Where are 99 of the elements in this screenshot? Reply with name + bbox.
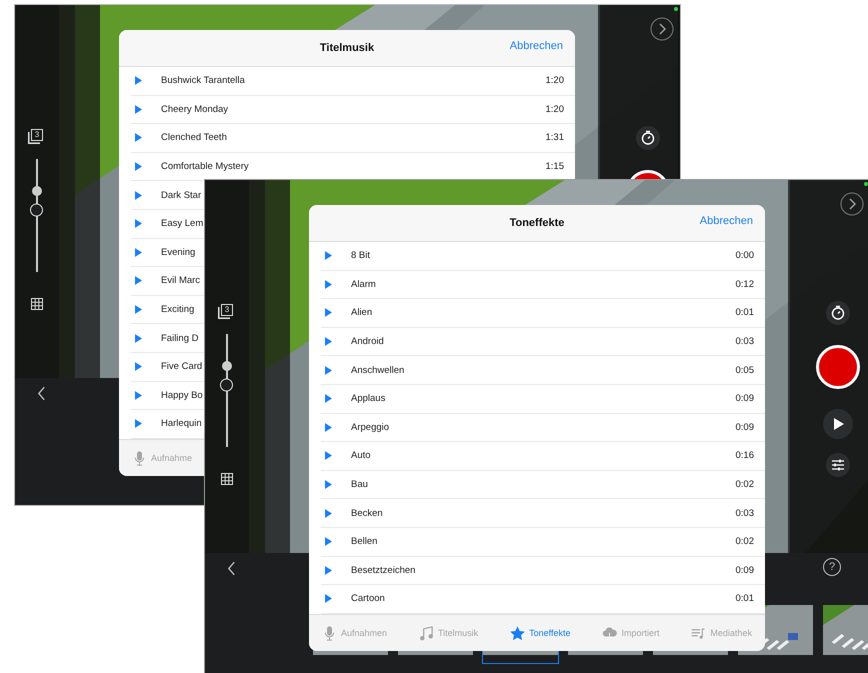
track-name[interactable]: Clenched Teeth <box>161 132 227 144</box>
next-button[interactable] <box>840 192 864 216</box>
slider-marker <box>32 186 42 196</box>
play-icon[interactable] <box>325 251 332 260</box>
cancel-button[interactable]: Abbrechen <box>700 215 753 227</box>
timer-icon[interactable] <box>826 301 850 325</box>
star-icon <box>510 626 526 641</box>
play-icon[interactable] <box>325 366 332 375</box>
track-name[interactable]: Easy Lem <box>161 218 204 230</box>
play-icon[interactable] <box>135 334 142 343</box>
play-button[interactable] <box>823 409 853 439</box>
play-icon[interactable] <box>135 190 142 200</box>
track-duration: 0:02 <box>736 536 754 548</box>
track-name[interactable]: Evil Marc <box>161 275 200 286</box>
track-duration: 1:31 <box>546 132 564 144</box>
track-name[interactable]: Auto <box>351 450 371 462</box>
play-icon[interactable] <box>135 390 142 400</box>
clip-count-icon[interactable]: 3 <box>221 304 233 316</box>
track-name[interactable]: Dark Star <box>161 190 202 201</box>
track-name[interactable]: Cheery Monday <box>161 104 228 115</box>
play-icon[interactable] <box>135 162 142 172</box>
track-name[interactable]: Alarm <box>351 278 376 290</box>
track-name[interactable]: 8 Bit <box>351 250 370 262</box>
back-icon[interactable] <box>37 386 46 401</box>
track-duration: 1:20 <box>546 104 564 115</box>
clip-count-icon[interactable]: 3 <box>31 129 43 141</box>
track-duration: 0:05 <box>736 364 754 376</box>
microphone-icon <box>132 450 147 466</box>
play-icon[interactable] <box>325 594 332 604</box>
track-name[interactable]: Arpeggio <box>351 422 390 433</box>
track-name[interactable]: Comfortable Mystery <box>161 161 249 172</box>
track-name[interactable]: Applaus <box>351 393 386 404</box>
track-name[interactable]: Evening <box>161 246 196 258</box>
track-duration: 0:01 <box>736 307 754 318</box>
track-name[interactable]: Happy Bo <box>161 390 203 401</box>
track-duration: 0:16 <box>736 450 754 462</box>
track-duration: 1:20 <box>546 75 564 86</box>
timer-icon[interactable] <box>636 126 660 150</box>
track-name[interactable]: Bau <box>351 479 368 490</box>
play-icon[interactable] <box>325 394 332 404</box>
track-duration: 0:03 <box>736 508 754 519</box>
record-button[interactable] <box>816 345 860 389</box>
play-icon[interactable] <box>135 305 142 314</box>
play-icon[interactable] <box>325 308 332 318</box>
track-duration: 1:15 <box>546 161 564 172</box>
status-dot-icon <box>864 182 868 186</box>
track-duration: 0:01 <box>736 593 754 604</box>
slider-thumb[interactable] <box>220 378 233 391</box>
play-icon[interactable] <box>135 276 142 286</box>
track-name[interactable]: Android <box>351 336 384 348</box>
play-icon[interactable] <box>325 537 332 546</box>
help-button[interactable]: ? <box>823 558 841 576</box>
next-button[interactable] <box>650 17 674 41</box>
track-name[interactable]: Five Card <box>161 361 202 372</box>
play-icon[interactable] <box>135 248 142 257</box>
play-icon[interactable] <box>325 280 332 289</box>
track-duration: 0:09 <box>736 422 754 433</box>
play-icon[interactable] <box>135 362 142 372</box>
cancel-button[interactable]: Abbrechen <box>510 40 563 52</box>
track-duration: 0:12 <box>736 278 754 290</box>
track-duration: 0:09 <box>736 393 754 404</box>
panel-title: Toneffekte <box>510 217 564 229</box>
track-duration: 0:03 <box>736 336 754 348</box>
track-name[interactable]: Bushwick Tarantella <box>161 75 245 86</box>
playlist-icon <box>691 626 706 641</box>
track-duration: 0:02 <box>736 479 754 490</box>
track-name[interactable]: Besetztzeichen <box>351 564 416 576</box>
track-name[interactable]: Becken <box>351 508 383 519</box>
track-name[interactable]: Failing D <box>161 332 198 344</box>
slider-marker <box>222 360 232 370</box>
track-duration: 0:09 <box>736 564 754 576</box>
track-name[interactable]: Harlequin <box>161 418 202 430</box>
category-tab[interactable]: Toneffekte <box>507 614 574 651</box>
track-name[interactable]: Anschwellen <box>351 364 404 376</box>
play-icon[interactable] <box>325 337 332 346</box>
slider-thumb[interactable] <box>30 203 43 216</box>
status-dot-icon <box>674 7 678 11</box>
play-icon[interactable] <box>135 133 142 142</box>
back-icon[interactable] <box>227 561 236 576</box>
track-name[interactable]: Bellen <box>351 536 378 548</box>
play-icon[interactable] <box>135 76 142 86</box>
panel-title: Titelmusik <box>320 42 374 54</box>
track-name[interactable]: Cartoon <box>351 593 385 604</box>
play-icon[interactable] <box>135 419 142 428</box>
play-icon[interactable] <box>135 219 142 228</box>
play-icon[interactable] <box>325 480 332 490</box>
play-icon[interactable] <box>325 508 332 518</box>
track-name[interactable]: Exciting <box>161 304 194 316</box>
sliders-icon[interactable] <box>826 453 850 477</box>
grid-icon[interactable] <box>31 298 43 310</box>
grid-icon[interactable] <box>221 473 233 485</box>
play-icon[interactable] <box>325 566 332 575</box>
music-note-icon <box>419 626 434 641</box>
track-name[interactable]: Alien <box>351 307 372 318</box>
play-icon[interactable] <box>325 422 332 432</box>
track-duration: 0:00 <box>736 250 754 262</box>
play-icon[interactable] <box>325 451 332 460</box>
play-icon[interactable] <box>135 104 142 114</box>
microphone-icon <box>322 626 337 641</box>
